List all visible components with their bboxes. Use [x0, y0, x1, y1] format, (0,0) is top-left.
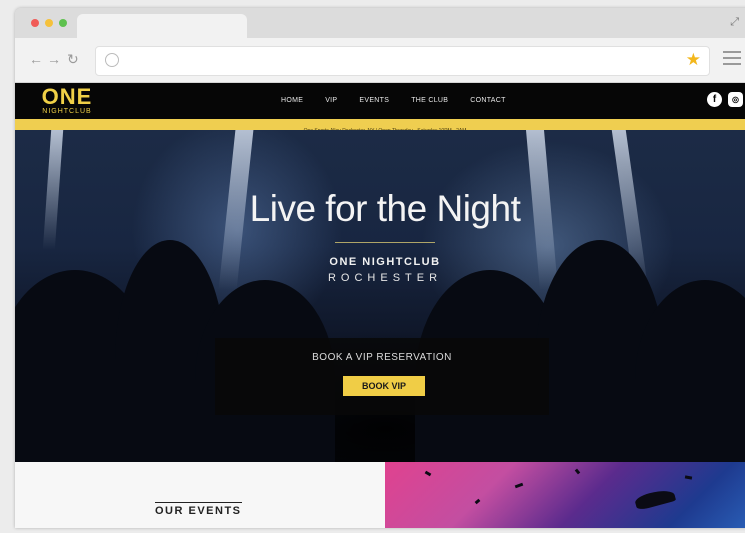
- confetti-piece: [474, 498, 481, 505]
- hero-subtitle-name: ONE NIGHTCLUB: [329, 256, 441, 268]
- close-window-button[interactable]: [31, 19, 39, 27]
- nav-contact[interactable]: CONTACT: [470, 97, 505, 104]
- lower-section: OUR EVENTS: [15, 462, 745, 528]
- facebook-icon[interactable]: f: [707, 92, 722, 107]
- nav-the-club[interactable]: THE CLUB: [411, 97, 448, 104]
- nav-home[interactable]: HOME: [281, 97, 303, 104]
- minimize-window-button[interactable]: [45, 19, 53, 27]
- back-button[interactable]: ←: [29, 51, 43, 67]
- browser-titlebar: ⤢: [15, 8, 745, 38]
- info-bar: One Sports Alley Rochester, NY | Open Th…: [15, 119, 745, 134]
- hero-divider: [335, 242, 435, 243]
- browser-tab[interactable]: [77, 14, 247, 38]
- event-photo[interactable]: [385, 462, 745, 528]
- bookmark-star-icon[interactable]: ★: [686, 50, 701, 70]
- website-viewport: ONE NIGHTCLUB HOME VIP EVENTS THE CLUB C…: [15, 83, 745, 528]
- address-bar[interactable]: ★: [95, 46, 710, 76]
- reload-button[interactable]: ↻: [67, 51, 79, 67]
- nav-vip[interactable]: VIP: [325, 97, 337, 104]
- confetti-piece: [633, 487, 677, 511]
- nav-events[interactable]: EVENTS: [359, 97, 389, 104]
- instagram-icon[interactable]: ◎: [728, 92, 743, 107]
- browser-toolbar: ← → ↻ ★: [15, 38, 745, 83]
- hero-subtitle-city: ROCHESTER: [327, 272, 443, 284]
- browser-window: ⤢ ← → ↻ ★ ONE NIGHTCLUB HOME VIP EVENTS …: [15, 8, 745, 528]
- events-panel: OUR EVENTS: [15, 462, 385, 528]
- site-logo[interactable]: ONE NIGHTCLUB: [35, 84, 99, 116]
- vip-reservation-box: BOOK A VIP RESERVATION BOOK VIP: [215, 338, 549, 415]
- events-heading: OUR EVENTS: [155, 502, 242, 517]
- confetti-piece: [514, 482, 524, 489]
- browser-menu-icon[interactable]: [723, 51, 741, 69]
- logo-sub-text: NIGHTCLUB: [42, 108, 92, 115]
- confetti-piece: [574, 468, 581, 475]
- forward-button[interactable]: →: [47, 51, 61, 67]
- hero-section: Live for the Night ONE NIGHTCLUB ROCHEST…: [15, 130, 745, 462]
- maximize-window-button[interactable]: [59, 19, 67, 27]
- main-nav: HOME VIP EVENTS THE CLUB CONTACT: [281, 97, 506, 104]
- hero-title: Live for the Night: [249, 188, 521, 229]
- site-header: ONE NIGHTCLUB HOME VIP EVENTS THE CLUB C…: [15, 83, 745, 119]
- resize-icon[interactable]: ⤢: [730, 16, 739, 29]
- confetti-piece: [424, 470, 432, 477]
- vip-reservation-label: BOOK A VIP RESERVATION: [312, 352, 452, 363]
- logo-main-text: ONE: [41, 84, 93, 109]
- book-vip-button[interactable]: BOOK VIP: [343, 376, 425, 396]
- social-links: f ◎: [707, 92, 743, 107]
- confetti-piece: [684, 475, 693, 480]
- page-info-icon[interactable]: [105, 53, 119, 67]
